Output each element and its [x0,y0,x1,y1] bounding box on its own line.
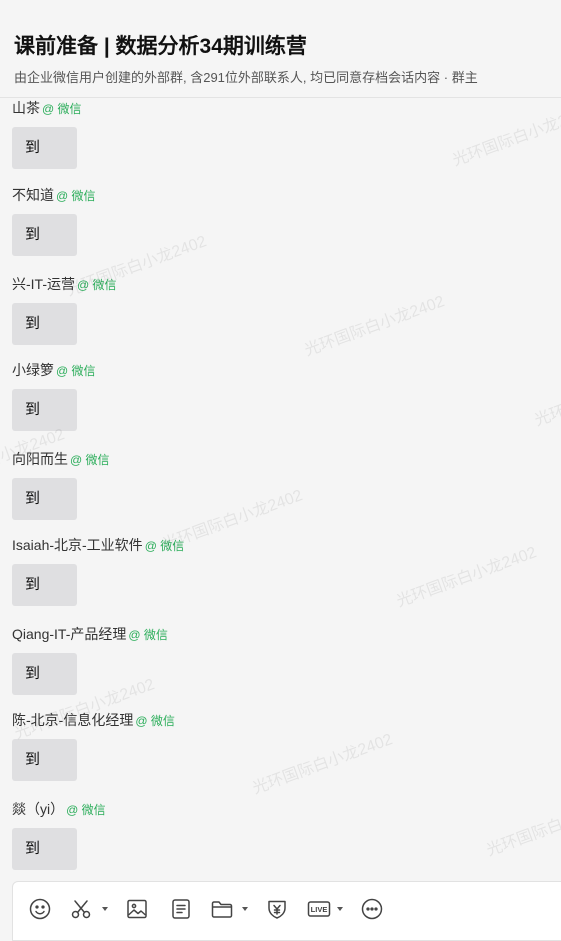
message-bubble[interactable]: 到 [12,303,77,345]
chevron-down-icon[interactable] [102,907,108,911]
sender-line: 小绿箩 @ 微信 [12,360,96,381]
message-bubble[interactable]: 到 [12,739,77,781]
sender-source: @ 微信 [144,539,185,553]
message-bubble[interactable]: 到 [12,653,77,695]
more-icon[interactable] [360,897,384,921]
sender-source: @ 微信 [56,364,96,378]
sender-name[interactable]: 山茶 [12,100,40,116]
sender-line: 不知道 @ 微信 [12,185,96,206]
sender-name[interactable]: Qiang-IT-产品经理 [12,626,126,642]
sender-name[interactable]: 向阳而生 [12,451,68,467]
sender-source: @ 微信 [70,453,110,467]
message-item: 燚（yi） @ 微信 到 [12,799,106,870]
message-bubble[interactable]: 到 [12,478,77,520]
message-item: Isaiah-北京-工业软件 @ 微信 到 [12,535,184,606]
message-item: 山茶 @ 微信 到 [12,98,82,169]
document-icon[interactable] [169,897,193,921]
sender-line: 向阳而生 @ 微信 [12,449,110,470]
message-bubble[interactable]: 到 [12,214,77,256]
sender-name[interactable]: 兴-IT-运营 [12,276,75,292]
sender-line: 山茶 @ 微信 [12,98,82,119]
sender-source: @ 微信 [128,628,168,642]
chat-title: 课前准备 | 数据分析34期训练营 [14,35,307,58]
live-label: LIVE [311,905,328,914]
sender-source: @ 微信 [42,102,82,116]
sender-name[interactable]: 小绿箩 [12,362,54,378]
message-item: 兴-IT-运营 @ 微信 到 [12,274,117,345]
chevron-down-icon[interactable] [242,907,248,911]
message-item: 小绿箩 @ 微信 到 [12,360,96,431]
red-packet-icon[interactable] [265,897,289,921]
sender-name[interactable]: 不知道 [12,187,54,203]
sender-name[interactable]: 燚（yi） [12,801,64,817]
sender-name[interactable]: Isaiah-北京-工业软件 [12,537,143,553]
image-icon[interactable] [125,897,149,921]
message-bubble[interactable]: 到 [12,127,77,169]
message-item: 陈-北京-信息化经理 @ 微信 到 [12,710,175,781]
sender-line: 兴-IT-运营 @ 微信 [12,274,117,295]
sender-line: 陈-北京-信息化经理 @ 微信 [12,710,175,731]
message-list[interactable]: 山茶 @ 微信 到 不知道 @ 微信 到 兴-IT-运营 @ 微信 到 小绿箩 @ 微信… [0,98,561,880]
composer-toolbar: LIVE [12,881,561,941]
chat-header: 课前准备 | 数据分析34期训练营 由企业微信用户创建的外部群, 含291位外部… [0,0,561,98]
chat-subtitle: 由企业微信用户创建的外部群, 含291位外部联系人, 均已同意存档会话内容 · … [14,70,478,85]
chevron-down-icon[interactable] [337,907,343,911]
message-item: 向阳而生 @ 微信 到 [12,449,110,520]
message-bubble[interactable]: 到 [12,564,77,606]
sender-source: @ 微信 [66,803,106,817]
live-icon[interactable]: LIVE [307,897,331,921]
sender-line: Isaiah-北京-工业软件 @ 微信 [12,535,184,556]
scissors-icon[interactable] [69,897,93,921]
sender-source: @ 微信 [77,278,117,292]
emoji-icon[interactable] [28,897,52,921]
sender-name[interactable]: 陈-北京-信息化经理 [12,712,133,728]
sender-line: 燚（yi） @ 微信 [12,799,106,820]
sender-source: @ 微信 [135,714,175,728]
sender-line: Qiang-IT-产品经理 @ 微信 [12,624,168,645]
message-item: Qiang-IT-产品经理 @ 微信 到 [12,624,168,695]
folder-icon[interactable] [210,897,234,921]
message-bubble[interactable]: 到 [12,828,77,870]
message-bubble[interactable]: 到 [12,389,77,431]
message-item: 不知道 @ 微信 到 [12,185,96,256]
sender-source: @ 微信 [56,189,96,203]
